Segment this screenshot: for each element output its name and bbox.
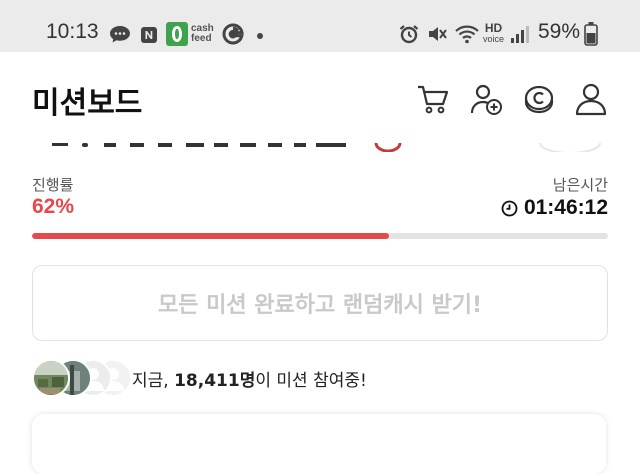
hd-voice-icon: HD voice <box>483 22 504 44</box>
voice-label: voice <box>483 34 505 44</box>
chat-icon <box>110 26 130 43</box>
participants-suffix: 이 미션 참여중! <box>255 370 367 391</box>
participants-row: 지금, 18,411명이 미션 참여중! <box>32 358 367 398</box>
remaining-time-label: 남은시간 <box>552 176 608 194</box>
mute-icon <box>429 27 447 41</box>
participants-text: 지금, 18,411명이 미션 참여중! <box>132 366 367 391</box>
avatar-stack <box>32 358 132 398</box>
battery-icon <box>584 22 598 46</box>
scrolled-content-fragment <box>52 142 601 152</box>
hd-label: HD <box>484 21 503 35</box>
cart-icon[interactable] <box>416 82 450 116</box>
progress-bar-fill <box>32 233 390 239</box>
participants-count: 18,411명 <box>174 370 256 391</box>
wifi-icon <box>455 25 479 44</box>
dot-icon <box>257 33 263 39</box>
scrolled-content-edge <box>0 140 640 152</box>
claim-button-label: 모든 미션 완료하고 랜덤캐시 받기! <box>157 293 483 318</box>
progress-bar <box>32 233 608 239</box>
google-icon <box>222 23 244 45</box>
add-friend-icon[interactable] <box>469 82 503 116</box>
coin-icon[interactable] <box>522 82 556 116</box>
cashfeed-icon: cash feed <box>166 22 221 46</box>
progress-value: 62% <box>32 195 75 218</box>
profile-icon[interactable] <box>574 82 608 116</box>
alarm-icon <box>399 25 419 44</box>
timer-value: 01:46:12 <box>523 196 608 219</box>
status-bar: 10:13 cash feed HD voice 59% <box>0 0 640 52</box>
countdown-timer: 01:46:12 <box>501 196 608 220</box>
battery-percent: 59% <box>537 20 580 43</box>
claim-random-cash-button[interactable]: 모든 미션 완료하고 랜덤캐시 받기! <box>32 265 608 341</box>
mission-card[interactable] <box>32 414 606 474</box>
participants-prefix: 지금, <box>132 370 175 391</box>
status-time: 10:13 <box>46 20 99 43</box>
page-title: 미션보드 <box>32 86 143 121</box>
app-header: 미션보드 <box>0 52 640 140</box>
cashfeed-label: cash feed <box>191 23 214 44</box>
signal-icon <box>511 26 529 43</box>
n-badge-icon <box>141 27 157 43</box>
progress-label: 진행률 <box>32 176 74 194</box>
avatar <box>32 359 70 397</box>
clock-icon <box>501 200 518 216</box>
